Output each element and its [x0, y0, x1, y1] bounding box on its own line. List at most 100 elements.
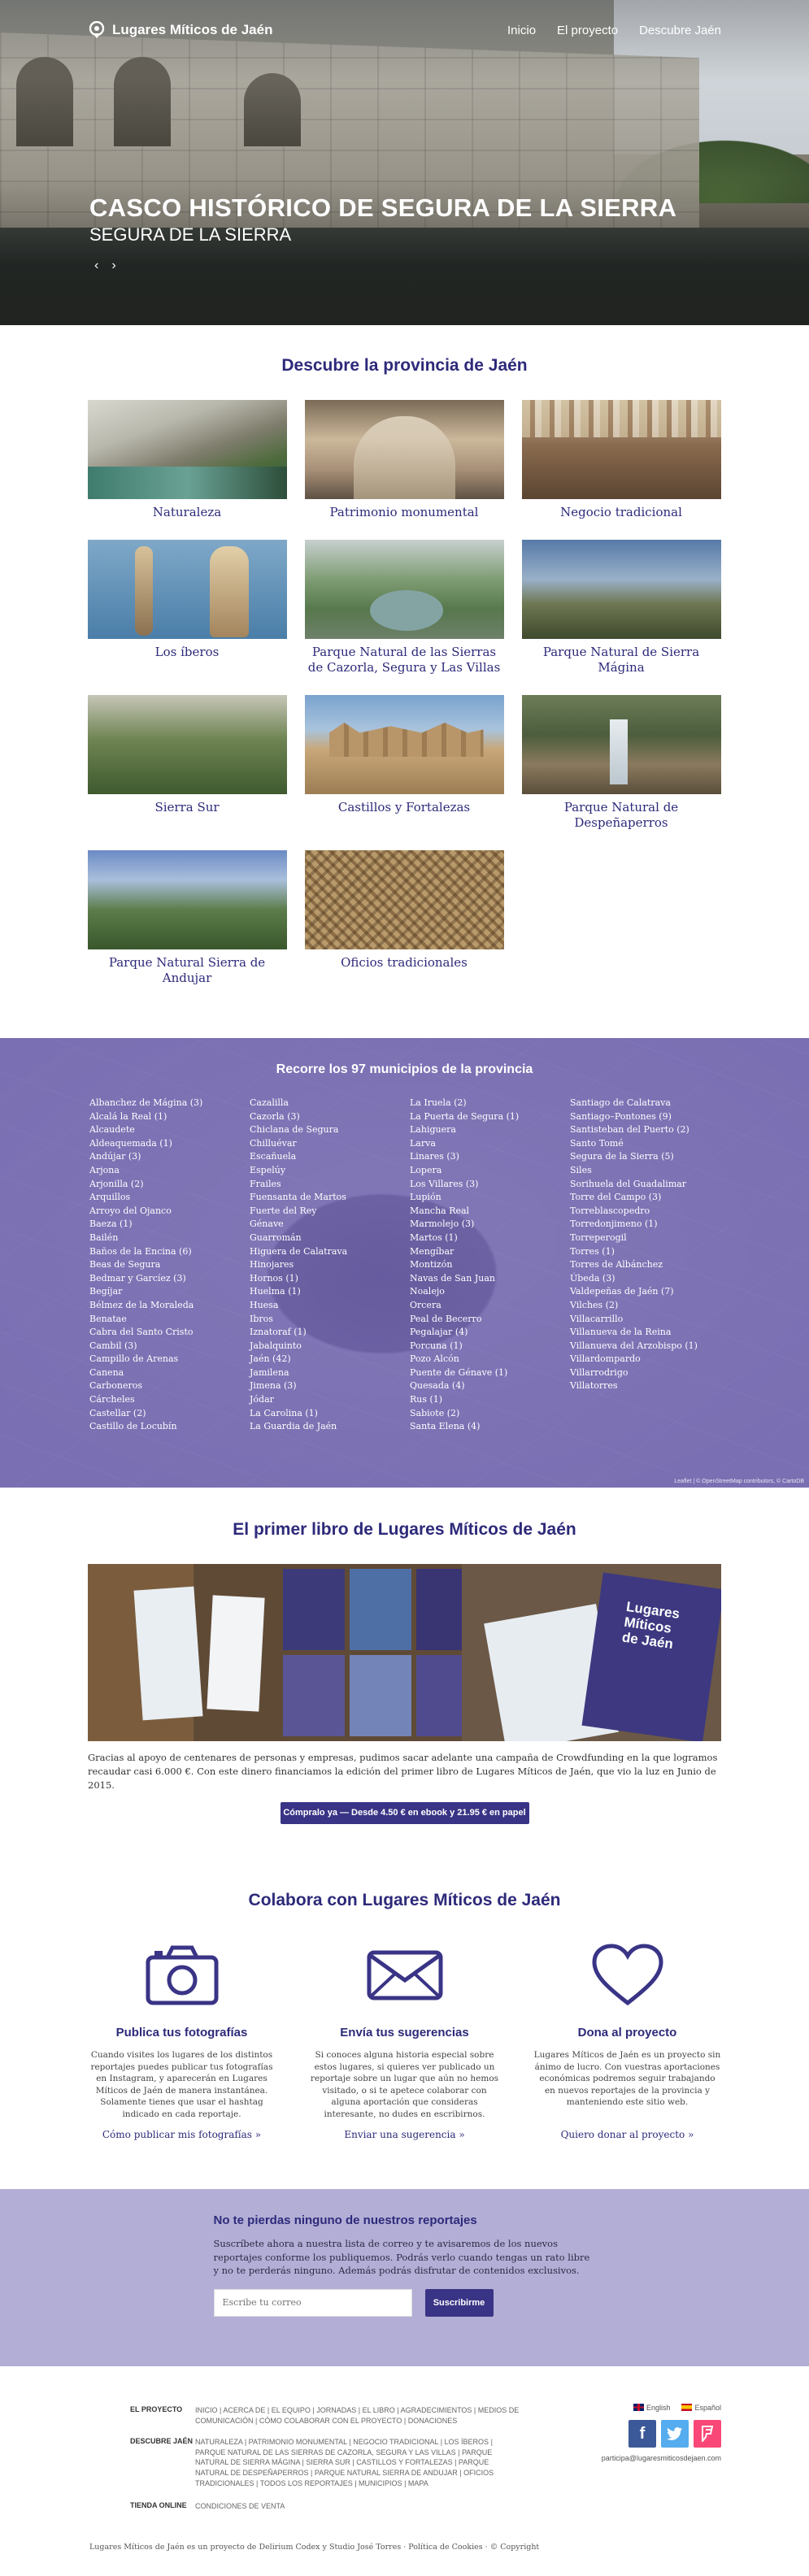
category-card-naturaleza[interactable]: Naturaleza: [87, 400, 287, 520]
municipio-link[interactable]: Begíjar: [89, 1285, 250, 1299]
municipio-link[interactable]: Arquillos: [89, 1191, 250, 1205]
municipio-link[interactable]: Lahiguera: [410, 1123, 570, 1137]
site-logo[interactable]: Lugares Míticos de Jaén: [88, 20, 272, 39]
municipio-link[interactable]: Jaén (42): [250, 1353, 410, 1366]
subscribe-button[interactable]: Suscribirme: [424, 2288, 494, 2317]
municipio-link[interactable]: Chiclana de Segura: [250, 1123, 410, 1137]
municipio-link[interactable]: Baeza (1): [89, 1218, 250, 1232]
category-card-sierra-sur[interactable]: Sierra Sur: [87, 695, 287, 831]
municipio-link[interactable]: Quesada (4): [410, 1379, 570, 1393]
municipio-link[interactable]: Santa Elena (4): [410, 1420, 570, 1434]
municipio-link[interactable]: Castillo de Locubín: [89, 1420, 250, 1434]
municipio-link[interactable]: Campillo de Arenas: [89, 1353, 250, 1366]
municipio-link[interactable]: Rus (1): [410, 1393, 570, 1407]
municipio-link[interactable]: Cárcheles: [89, 1393, 250, 1407]
municipio-link[interactable]: Santo Tomé: [570, 1137, 730, 1151]
municipio-link[interactable]: Los Villares (3): [410, 1178, 570, 1192]
lang-english[interactable]: English: [633, 2404, 670, 2412]
footer-links[interactable]: INICIO | ACERCA DE | EL EQUIPO | JORNADA…: [195, 2405, 520, 2426]
municipio-link[interactable]: Martos (1): [410, 1232, 570, 1245]
municipio-link[interactable]: Alcaudete: [89, 1123, 250, 1137]
map-attribution[interactable]: Leaflet | © OpenStreetMap contributors, …: [674, 1479, 804, 1484]
municipio-link[interactable]: Arroyo del Ojanco: [89, 1205, 250, 1218]
municipio-link[interactable]: Beas de Segura: [89, 1258, 250, 1272]
municipio-link[interactable]: Montizón: [410, 1258, 570, 1272]
municipio-link[interactable]: Chilluévar: [250, 1137, 410, 1151]
slider-next-icon[interactable]: ›: [111, 258, 115, 273]
collab-photos-link[interactable]: Cómo publicar mis fotografías »: [88, 2129, 276, 2140]
municipio-link[interactable]: Escañuela: [250, 1150, 410, 1164]
contact-email[interactable]: participa@lugaresmiticosdejaen.com: [542, 2454, 721, 2462]
nav-inicio[interactable]: Inicio: [507, 24, 536, 37]
municipio-link[interactable]: Carboneros: [89, 1379, 250, 1393]
municipio-link[interactable]: Génave: [250, 1218, 410, 1232]
municipio-link[interactable]: Peal de Becerro: [410, 1313, 570, 1327]
municipio-link[interactable]: Huelma (1): [250, 1285, 410, 1299]
facebook-icon[interactable]: f: [628, 2420, 656, 2448]
municipio-link[interactable]: Pegalajar (4): [410, 1326, 570, 1340]
collab-donate-link[interactable]: Quiero donar al proyecto »: [533, 2129, 722, 2140]
municipio-link[interactable]: Alcalá la Real (1): [89, 1110, 250, 1124]
municipio-link[interactable]: Pozo Alcón: [410, 1353, 570, 1366]
municipio-link[interactable]: La Iruela (2): [410, 1097, 570, 1110]
municipio-link[interactable]: Benatae: [89, 1313, 250, 1327]
collab-suggestions-link[interactable]: Enviar una sugerencia »: [311, 2129, 499, 2140]
municipio-link[interactable]: Guarromán: [250, 1232, 410, 1245]
municipio-link[interactable]: Torre del Campo (3): [570, 1191, 730, 1205]
municipio-link[interactable]: Torredonjimeno (1): [570, 1218, 730, 1232]
municipio-link[interactable]: Villanueva del Arzobispo (1): [570, 1340, 730, 1353]
municipio-link[interactable]: Baños de la Encina (6): [89, 1245, 250, 1259]
municipio-link[interactable]: Hornos (1): [250, 1272, 410, 1286]
footer-links[interactable]: CONDICIONES DE VENTA: [195, 2501, 520, 2512]
municipio-link[interactable]: Porcuna (1): [410, 1340, 570, 1353]
municipio-link[interactable]: Orcera: [410, 1299, 570, 1313]
municipio-link[interactable]: Santiago–Pontones (9): [570, 1110, 730, 1124]
footer-links[interactable]: NATURALEZA | PATRIMONIO MONUMENTAL | NEG…: [195, 2437, 520, 2488]
nav-el-proyecto[interactable]: El proyecto: [557, 24, 618, 37]
municipio-link[interactable]: Cambil (3): [89, 1340, 250, 1353]
municipio-link[interactable]: Cabra del Santo Cristo: [89, 1326, 250, 1340]
municipio-link[interactable]: Bailén: [89, 1232, 250, 1245]
municipio-link[interactable]: Villardompardo: [570, 1353, 730, 1366]
municipio-link[interactable]: Sabiote (2): [410, 1407, 570, 1421]
foursquare-icon[interactable]: [694, 2420, 721, 2448]
municipio-link[interactable]: Iznatoraf (1): [250, 1326, 410, 1340]
category-card-patrimonio[interactable]: Patrimonio monumental: [304, 400, 504, 520]
municipio-link[interactable]: Albanchez de Mágina (3): [89, 1097, 250, 1110]
municipio-link[interactable]: Lupión: [410, 1191, 570, 1205]
category-card-andujar[interactable]: Parque Natural Sierra de Andujar: [87, 850, 287, 986]
municipio-link[interactable]: Torres de Albánchez: [570, 1258, 730, 1272]
municipio-link[interactable]: Larva: [410, 1137, 570, 1151]
municipio-link[interactable]: Vilches (2): [570, 1299, 730, 1313]
municipio-link[interactable]: Hinojares: [250, 1258, 410, 1272]
municipio-link[interactable]: Cazalilla: [250, 1097, 410, 1110]
municipio-link[interactable]: Frailes: [250, 1178, 410, 1192]
municipio-link[interactable]: Noalejo: [410, 1285, 570, 1299]
municipio-link[interactable]: Lopera: [410, 1164, 570, 1178]
municipio-link[interactable]: Siles: [570, 1164, 730, 1178]
municipio-link[interactable]: Fuensanta de Martos: [250, 1191, 410, 1205]
municipio-link[interactable]: Higuera de Calatrava: [250, 1245, 410, 1259]
municipio-link[interactable]: Andújar (3): [89, 1150, 250, 1164]
category-card-despenaperros[interactable]: Parque Natural de Despeñaperros: [521, 695, 721, 831]
slider-prev-icon[interactable]: ‹: [94, 258, 98, 273]
municipio-link[interactable]: Canena: [89, 1366, 250, 1380]
nav-descubre-jaen[interactable]: Descubre Jaén: [639, 24, 721, 37]
municipio-link[interactable]: Villatorres: [570, 1379, 730, 1393]
municipio-link[interactable]: Ibros: [250, 1313, 410, 1327]
municipio-link[interactable]: Santiago de Calatrava: [570, 1097, 730, 1110]
municipio-link[interactable]: Villarrodrigo: [570, 1366, 730, 1380]
category-card-cazorla[interactable]: Parque Natural de las Sierras de Cazorla…: [304, 540, 504, 675]
municipio-link[interactable]: Mengíbar: [410, 1245, 570, 1259]
municipio-link[interactable]: Torres (1): [570, 1245, 730, 1259]
municipio-link[interactable]: Linares (3): [410, 1150, 570, 1164]
category-card-castillos[interactable]: Castillos y Fortalezas: [304, 695, 504, 831]
category-card-magina[interactable]: Parque Natural de Sierra Mágina: [521, 540, 721, 675]
municipio-link[interactable]: Aldeaquemada (1): [89, 1137, 250, 1151]
municipio-link[interactable]: Torreblascopedro: [570, 1205, 730, 1218]
municipio-link[interactable]: Fuerte del Rey: [250, 1205, 410, 1218]
municipio-link[interactable]: Huesa: [250, 1299, 410, 1313]
municipio-link[interactable]: Espelúy: [250, 1164, 410, 1178]
category-card-negocio[interactable]: Negocio tradicional: [521, 400, 721, 520]
category-card-iberos[interactable]: Los íberos: [87, 540, 287, 675]
